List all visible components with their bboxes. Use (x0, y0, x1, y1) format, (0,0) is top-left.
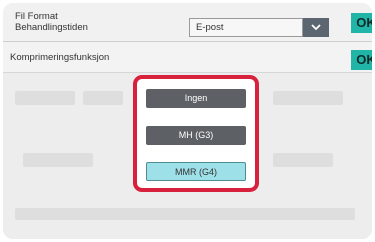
file-format-row: Fil Format Behandlingstiden E-post OK (3, 3, 372, 42)
compression-options-dialog: Ingen MH (G3) MMR (G4) (133, 75, 259, 192)
compression-row: Komprimeringsfunksjon OK (3, 42, 372, 73)
background-field (15, 208, 355, 220)
option-none-button[interactable]: Ingen (146, 89, 246, 108)
background-field (273, 91, 343, 105)
file-format-label-line2: Behandlingstiden (15, 22, 88, 33)
ok-button-compression[interactable]: OK (351, 50, 372, 70)
dropdown-value: E-post (196, 22, 224, 33)
file-format-label-line1: Fil Format (15, 11, 58, 22)
dropdown-toggle-button[interactable] (303, 18, 329, 37)
compression-label: Komprimeringsfunksjon (10, 52, 110, 63)
chevron-down-icon (311, 24, 321, 31)
background-field (83, 91, 123, 105)
option-mh-g3-button[interactable]: MH (G3) (146, 126, 246, 145)
background-field (273, 153, 333, 167)
email-dropdown[interactable]: E-post (189, 18, 303, 37)
background-field (15, 91, 75, 105)
ok-button-file-format[interactable]: OK (351, 13, 372, 33)
option-mmr-g4-button[interactable]: MMR (G4) (146, 162, 246, 181)
settings-panel: Fil Format Behandlingstiden E-post OK Ko… (3, 3, 372, 239)
screen: Fil Format Behandlingstiden E-post OK Ko… (0, 0, 375, 242)
background-field (23, 153, 93, 167)
file-format-label: Fil Format Behandlingstiden (15, 11, 88, 33)
